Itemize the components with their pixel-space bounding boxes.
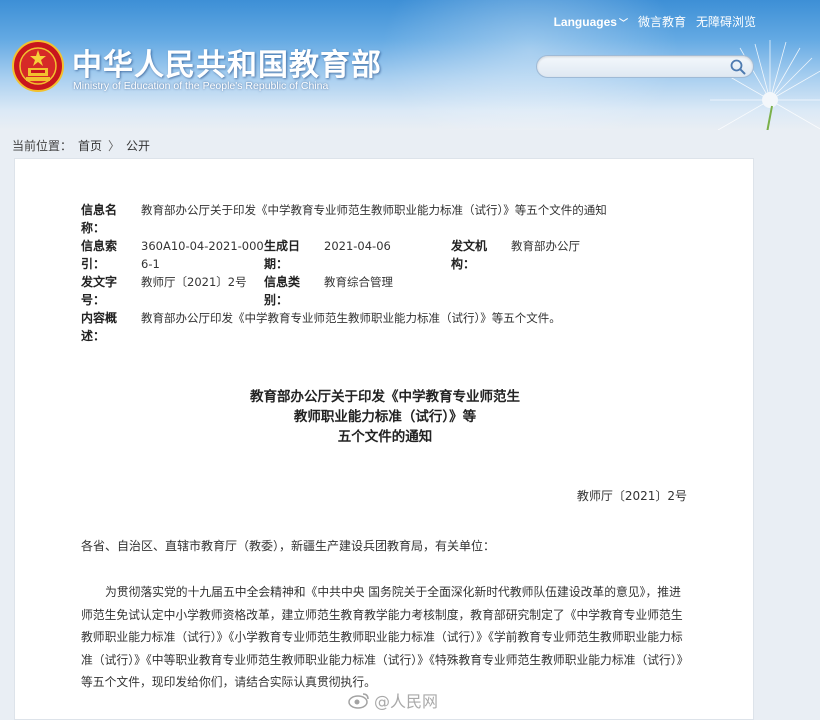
- breadcrumb-section-link[interactable]: 公开: [126, 137, 150, 154]
- document-number: 教师厅〔2021〕2号: [576, 489, 687, 503]
- site-header: 中华人民共和国教育部 Ministry of Education of the …: [0, 0, 820, 130]
- meta-row: 内容概述： 教育部办公厅印发《中学教育专业师范生教师职业能力标准（试行）》等五个…: [81, 309, 701, 345]
- meta-row: 发文字号： 教师厅〔2021〕2号 信息类别： 教育综合管理: [81, 273, 701, 309]
- document-title: 教育部办公厅关于印发《中学教育专业师范生 教师职业能力标准（试行）》等 五个文件…: [15, 387, 755, 447]
- docno-value: 教师厅〔2021〕2号: [141, 275, 247, 289]
- dandelion-decoration: [710, 40, 820, 130]
- top-links: Languages ﹀ 微言教育 无障碍浏览: [554, 13, 756, 30]
- content-panel: 信息名称： 教育部办公厅关于印发《中学教育专业师范生教师职业能力标准（试行）》等…: [14, 158, 754, 720]
- info-name-value: 教育部办公厅关于印发《中学教育专业师范生教师职业能力标准（试行）》等五个文件的通…: [141, 203, 607, 217]
- index-label: 信息索引：: [81, 239, 118, 271]
- breadcrumb-separator: 〉: [108, 139, 121, 153]
- breadcrumb-home-link[interactable]: 首页: [78, 137, 102, 154]
- document-title-line: 教育部办公厅关于印发《中学教育专业师范生: [250, 389, 520, 405]
- weibo-link[interactable]: 微言教育: [638, 13, 686, 30]
- date-label: 生成日期：: [264, 239, 301, 271]
- info-name-label: 信息名称：: [81, 203, 118, 235]
- search-box: [536, 55, 754, 78]
- body-paragraph: 为贯彻落实党的十九届五中全会精神和《中共中央 国务院关于全面深化新时代教师队伍建…: [81, 585, 689, 689]
- summary-value: 教育部办公厅印发《中学教育专业师范生教师职业能力标准（试行）》等五个文件。: [141, 311, 561, 325]
- watermark-text: @人民网: [374, 692, 439, 711]
- meta-table: 信息名称： 教育部办公厅关于印发《中学教育专业师范生教师职业能力标准（试行）》等…: [81, 201, 701, 345]
- summary-label: 内容概述：: [81, 311, 118, 343]
- breadcrumb-prefix: 当前位置：: [12, 139, 73, 153]
- document-title-line: 五个文件的通知: [337, 429, 433, 445]
- chevron-down-icon: ﹀: [618, 17, 628, 28]
- accessible-browse-link[interactable]: 无障碍浏览: [696, 13, 756, 30]
- languages-label: Languages: [553, 14, 617, 29]
- issuer-value: 教育部办公厅: [511, 239, 580, 253]
- languages-menu[interactable]: Languages ﹀: [554, 15, 628, 29]
- index-value: 360A10-04-2021-0006-1: [141, 239, 264, 271]
- breadcrumb: 当前位置： 首页 〉 公开: [12, 137, 150, 154]
- docno-label: 发文字号：: [81, 275, 118, 307]
- document-title-line: 教师职业能力标准（试行）》等: [293, 409, 477, 425]
- search-input[interactable]: [545, 58, 725, 75]
- national-emblem-icon: [12, 40, 64, 92]
- salutation: 各省、自治区、直辖市教育厅（教委），新疆生产建设兵团教育局，有关单位：: [81, 539, 496, 553]
- site-title[interactable]: 中华人民共和国教育部: [72, 40, 382, 84]
- search-icon[interactable]: [729, 58, 747, 76]
- site-subtitle: Ministry of Education of the People's Re…: [73, 80, 329, 92]
- category-label: 信息类别：: [264, 275, 301, 307]
- watermark: @人民网: [348, 688, 438, 712]
- issuer-label: 发文机构：: [451, 239, 488, 271]
- meta-row: 信息索引： 360A10-04-2021-0006-1 生成日期： 2021-0…: [81, 237, 701, 273]
- meta-row: 信息名称： 教育部办公厅关于印发《中学教育专业师范生教师职业能力标准（试行）》等…: [81, 201, 701, 237]
- category-value: 教育综合管理: [324, 275, 393, 289]
- date-value: 2021-04-06: [324, 239, 391, 253]
- weibo-logo-icon: [348, 693, 369, 709]
